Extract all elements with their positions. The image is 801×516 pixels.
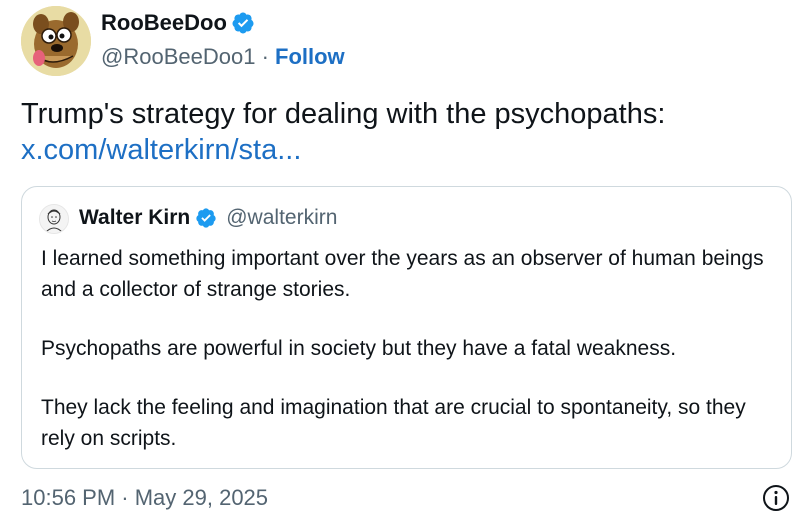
- quote-author-name[interactable]: Walter Kirn: [79, 206, 190, 230]
- quote-header: Walter Kirn @walterkirn: [79, 206, 337, 230]
- tweet-body: Trump's strategy for dealing with the ps…: [21, 96, 781, 168]
- author-handle[interactable]: @RooBeeDoo1: [101, 44, 255, 69]
- sketch-portrait-avatar-image: [40, 205, 68, 233]
- info-icon[interactable]: [762, 484, 790, 512]
- tweet-text: Trump's strategy for dealing with the ps…: [21, 98, 666, 130]
- follow-button[interactable]: Follow: [275, 44, 345, 69]
- cartoon-dog-avatar-image: [21, 6, 91, 76]
- author-name-row[interactable]: RooBeeDoo: [101, 10, 255, 36]
- quote-paragraph: Psychopaths are powerful in society but …: [41, 337, 677, 360]
- author-avatar[interactable]: [21, 6, 91, 76]
- quote-paragraph: They lack the feeling and imagination th…: [41, 396, 746, 450]
- separator-dot: ·: [261, 44, 269, 69]
- quote-author-avatar[interactable]: [39, 204, 69, 234]
- author-handle-row: @RooBeeDoo1 · Follow: [101, 44, 345, 70]
- verified-badge-icon: [196, 208, 216, 228]
- tweet-link[interactable]: x.com/walterkirn/sta...: [21, 132, 781, 168]
- quoted-tweet-card[interactable]: Walter Kirn @walterkirn I learned someth…: [21, 186, 792, 469]
- quote-paragraph: I learned something important over the y…: [41, 247, 764, 301]
- tweet-timestamp[interactable]: 10:56 PM · May 29, 2025: [21, 485, 268, 511]
- author-display-name[interactable]: RooBeeDoo: [101, 10, 227, 36]
- quote-body: I learned something important over the y…: [41, 243, 781, 454]
- verified-badge-icon: [232, 12, 254, 34]
- quote-author-handle[interactable]: @walterkirn: [226, 206, 337, 230]
